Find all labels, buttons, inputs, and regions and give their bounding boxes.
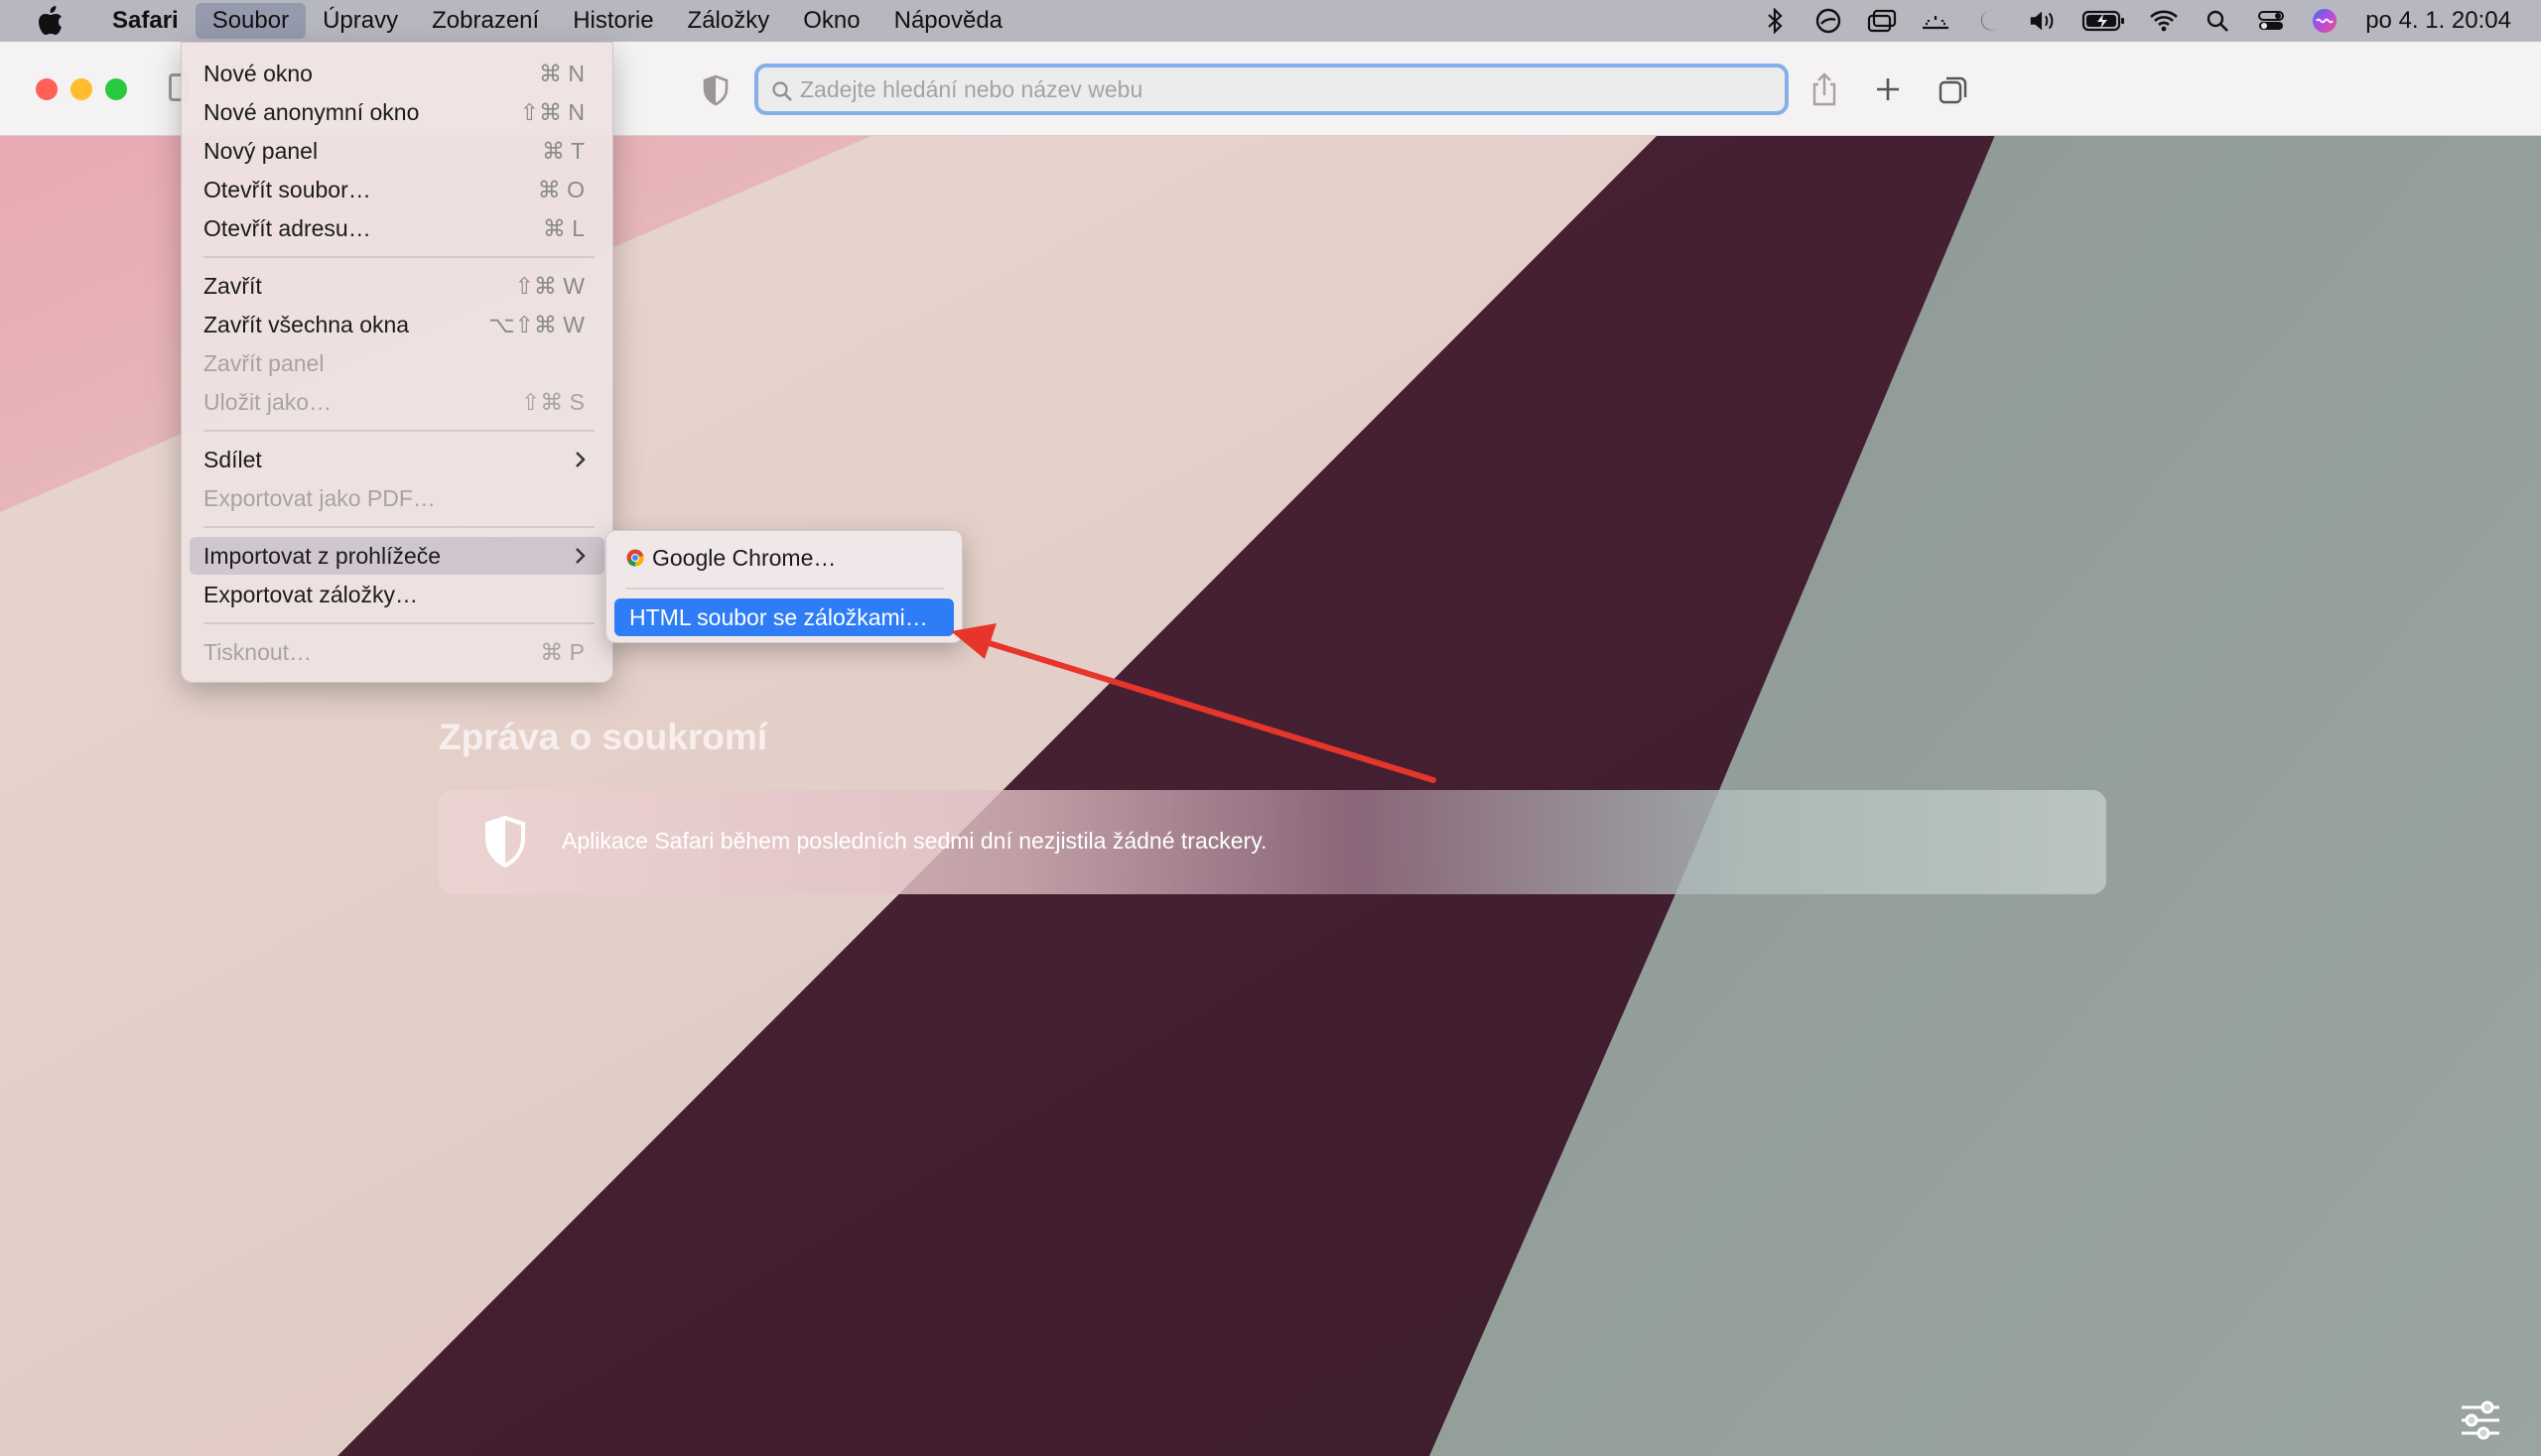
menu-item-new-window[interactable]: Nové okno ⌘ N: [190, 55, 604, 92]
address-input[interactable]: [800, 67, 1773, 111]
siri-icon[interactable]: [2310, 6, 2340, 36]
submenu-item-google-chrome[interactable]: Google Chrome…: [614, 539, 954, 577]
chevron-right-icon: [576, 452, 586, 467]
control-center-icon[interactable]: [2256, 6, 2286, 36]
menu-item-close[interactable]: Zavřít ⇧⌘ W: [190, 267, 604, 305]
menu-item-shortcut: ⌘ N: [539, 61, 585, 86]
share-button[interactable]: [1803, 67, 1846, 111]
menu-item-shortcut: ⇧⌘ S: [520, 389, 585, 415]
menu-item-open-file[interactable]: Otevřít soubor… ⌘ O: [190, 171, 604, 208]
menu-item-close-tab[interactable]: Zavřít panel: [190, 344, 604, 382]
menu-item-shortcut: ⌥⇧⌘ W: [488, 312, 585, 337]
submenu-item-html-bookmarks-file[interactable]: HTML soubor se záložkami…: [614, 598, 954, 636]
menu-item-label: Tisknout…: [203, 639, 313, 665]
tab-overview-icon: [1939, 76, 1967, 104]
menu-okno[interactable]: Okno: [786, 0, 876, 42]
status-area: po 4. 1. 20:04: [1748, 0, 2541, 42]
privacy-report-card[interactable]: Aplikace Safari během posledních sedmi d…: [439, 790, 2106, 894]
menu-item-export-bookmarks[interactable]: Exportovat záložky…: [190, 576, 604, 613]
menu-item-label: Nové okno: [203, 61, 313, 86]
menu-item-shortcut: ⌘ P: [540, 639, 585, 665]
menu-item-shortcut: ⇧⌘ W: [514, 273, 585, 299]
moon-icon[interactable]: [1974, 6, 2004, 36]
search-icon: [772, 81, 792, 101]
google-chrome-icon: [626, 549, 644, 567]
menu-item-label: Nové anonymní okno: [203, 99, 420, 125]
menu-item-shortcut: ⌘ L: [542, 215, 585, 241]
window-close-button[interactable]: [36, 78, 58, 100]
menu-item-shortcut: ⌘ O: [537, 177, 585, 202]
wifi-icon[interactable]: [2149, 6, 2179, 36]
new-tab-button[interactable]: [1866, 67, 1910, 111]
share-icon: [1812, 72, 1836, 106]
privacy-report-title: Zpráva o soukromí: [439, 717, 768, 757]
menu-separator: [203, 526, 595, 528]
bluetooth-icon[interactable]: [1760, 6, 1790, 36]
activity-icon[interactable]: [1921, 6, 1950, 36]
spotlight-search-icon[interactable]: [2203, 6, 2232, 36]
menu-upravy[interactable]: Úpravy: [306, 0, 415, 42]
screen-mirroring-icon[interactable]: [1867, 6, 1897, 36]
customize-start-page-icon[interactable]: [2458, 1397, 2503, 1443]
menu-item-label: Zavřít panel: [203, 350, 325, 376]
menu-separator: [203, 430, 595, 432]
menu-item-label: Otevřít adresu…: [203, 215, 371, 241]
menu-item-label: Exportovat jako PDF…: [203, 485, 436, 511]
privacy-report-shield-icon[interactable]: [699, 73, 733, 107]
sync-icon[interactable]: [1813, 6, 1843, 36]
menu-historie[interactable]: Historie: [556, 0, 670, 42]
window-zoom-button[interactable]: [105, 78, 127, 100]
menu-item-label: Zavřít všechna okna: [203, 312, 410, 337]
menu-bar-clock[interactable]: po 4. 1. 20:04: [2365, 7, 2511, 35]
menu-zobrazeni[interactable]: Zobrazení: [415, 0, 556, 42]
menu-zalozky[interactable]: Záložky: [671, 0, 787, 42]
file-menu: Nové okno ⌘ N Nové anonymní okno ⇧⌘ N No…: [181, 42, 613, 683]
menu-item-print[interactable]: Tisknout… ⌘ P: [190, 633, 604, 671]
address-bar[interactable]: [754, 64, 1789, 115]
menu-item-export-pdf[interactable]: Exportovat jako PDF…: [190, 479, 604, 517]
menu-item-shortcut: ⌘ T: [541, 138, 585, 164]
menu-item-import-from-browser[interactable]: Importovat z prohlížeče: [190, 537, 604, 575]
plus-icon: [1877, 78, 1899, 100]
menu-item-new-private-window[interactable]: Nové anonymní okno ⇧⌘ N: [190, 93, 604, 131]
submenu-item-label: Google Chrome…: [652, 545, 837, 571]
menu-item-label: Nový panel: [203, 138, 319, 164]
menu-item-label: Otevřít soubor…: [203, 177, 371, 202]
menu-napoveda[interactable]: Nápověda: [877, 0, 1019, 42]
menu-item-save-as[interactable]: Uložit jako… ⇧⌘ S: [190, 383, 604, 421]
menu-separator: [203, 256, 595, 258]
menu-item-open-location[interactable]: Otevřít adresu… ⌘ L: [190, 209, 604, 247]
menu-item-new-tab[interactable]: Nový panel ⌘ T: [190, 132, 604, 170]
submenu-item-label: HTML soubor se záložkami…: [629, 604, 928, 630]
menu-item-label: Exportovat záložky…: [203, 582, 419, 607]
window-minimize-button[interactable]: [70, 78, 92, 100]
menu-item-share[interactable]: Sdílet: [190, 441, 604, 478]
menu-safari[interactable]: Safari: [95, 0, 196, 42]
menu-item-label: Zavřít: [203, 273, 262, 299]
shield-icon: [485, 815, 525, 868]
menu-separator: [626, 588, 944, 590]
chevron-right-icon: [576, 548, 586, 564]
menu-item-shortcut: ⇧⌘ N: [519, 99, 585, 125]
apple-logo-icon[interactable]: [36, 6, 66, 36]
menu-item-label: Importovat z prohlížeče: [203, 543, 442, 569]
battery-icon[interactable]: [2081, 6, 2125, 36]
import-submenu: Google Chrome… HTML soubor se záložkami…: [605, 530, 963, 643]
tab-overview-button[interactable]: [1932, 67, 1975, 111]
menu-item-label: Uložit jako…: [203, 389, 333, 415]
menu-bar: Safari Soubor Úpravy Zobrazení Historie …: [0, 0, 2541, 42]
menu-soubor[interactable]: Soubor: [195, 3, 307, 39]
privacy-report-message: Aplikace Safari během posledních sedmi d…: [562, 828, 1268, 854]
volume-icon[interactable]: [2028, 6, 2058, 36]
menu-item-close-all-windows[interactable]: Zavřít všechna okna ⌥⇧⌘ W: [190, 306, 604, 343]
menu-separator: [203, 622, 595, 624]
menu-item-label: Sdílet: [203, 447, 262, 472]
